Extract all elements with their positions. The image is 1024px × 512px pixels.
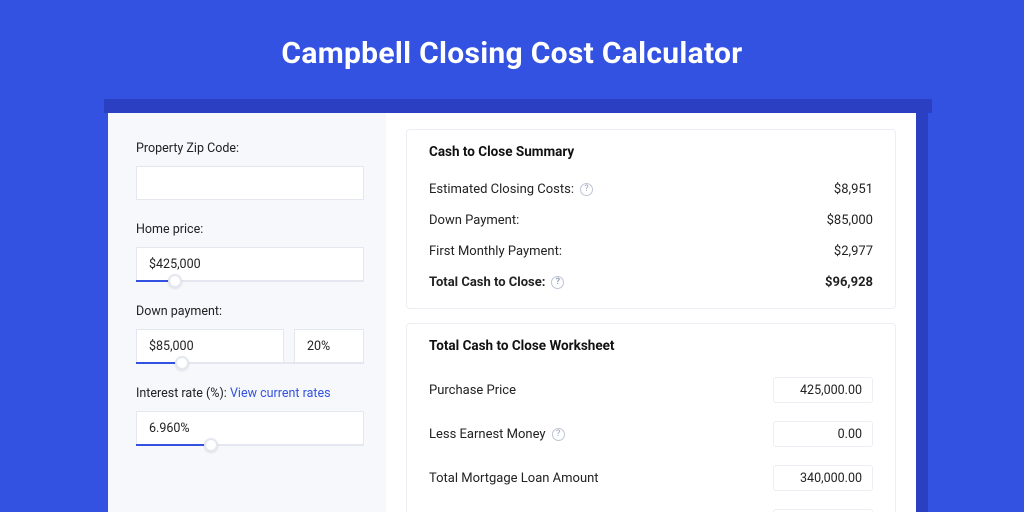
- home-price-slider[interactable]: [136, 280, 364, 282]
- zip-label: Property Zip Code:: [136, 141, 364, 156]
- worksheet-row-label: Purchase Price: [429, 383, 516, 398]
- summary-row-label: First Monthly Payment:: [429, 244, 562, 259]
- interest-rate-label-text: Interest rate (%):: [136, 386, 227, 401]
- interest-rate-slider[interactable]: [136, 444, 364, 446]
- card-shadow: [104, 99, 932, 113]
- summary-row-value: $85,000: [827, 213, 873, 228]
- worksheet-title: Total Cash to Close Worksheet: [429, 338, 873, 354]
- summary-row-label: Estimated Closing Costs:: [429, 182, 574, 197]
- page-title: Campbell Closing Cost Calculator: [0, 0, 1024, 99]
- worksheet-row-purchase-price: Purchase Price 425,000.00: [429, 368, 873, 412]
- worksheet-row-second-mortgage: Total Second Mortgage Amount ?: [429, 500, 873, 512]
- interest-rate-field-group: Interest rate (%): View current rates 6.…: [136, 386, 364, 446]
- down-payment-input[interactable]: $85,000: [136, 329, 284, 363]
- worksheet-row-label: Less Earnest Money: [429, 427, 546, 442]
- summary-row-value: $96,928: [825, 275, 873, 290]
- help-icon[interactable]: ?: [552, 428, 565, 441]
- interest-rate-label: Interest rate (%): View current rates: [136, 386, 364, 401]
- view-rates-link[interactable]: View current rates: [230, 386, 331, 401]
- summary-row-label: Down Payment:: [429, 213, 519, 228]
- help-icon[interactable]: ?: [551, 276, 564, 289]
- summary-row-first-payment: First Monthly Payment: $2,977: [429, 236, 873, 267]
- home-price-field-group: Home price: $425,000: [136, 222, 364, 282]
- worksheet-row-label: Total Mortgage Loan Amount: [429, 471, 599, 486]
- down-payment-field-group: Down payment: $85,000 20%: [136, 304, 364, 364]
- down-payment-label: Down payment:: [136, 304, 364, 319]
- worksheet-row-value[interactable]: 340,000.00: [773, 465, 873, 491]
- worksheet-card: Total Cash to Close Worksheet Purchase P…: [406, 323, 896, 512]
- down-payment-pct-input[interactable]: 20%: [294, 329, 364, 363]
- interest-rate-input[interactable]: 6.960%: [136, 411, 364, 445]
- help-icon[interactable]: ?: [580, 183, 593, 196]
- summary-card: Cash to Close Summary Estimated Closing …: [406, 129, 896, 309]
- summary-row-down-payment: Down Payment: $85,000: [429, 205, 873, 236]
- summary-row-value: $2,977: [834, 244, 873, 259]
- worksheet-row-value[interactable]: 0.00: [773, 421, 873, 447]
- summary-row-total: Total Cash to Close: ? $96,928: [429, 267, 873, 298]
- inputs-panel: Property Zip Code: Home price: $425,000 …: [108, 113, 386, 512]
- summary-row-closing-costs: Estimated Closing Costs: ? $8,951: [429, 174, 873, 205]
- zip-input[interactable]: [136, 166, 364, 200]
- down-payment-slider[interactable]: [136, 362, 364, 364]
- summary-row-label: Total Cash to Close:: [429, 275, 545, 290]
- home-price-label: Home price:: [136, 222, 364, 237]
- results-panel: Cash to Close Summary Estimated Closing …: [386, 113, 916, 512]
- zip-field-group: Property Zip Code:: [136, 141, 364, 200]
- calculator-card: Property Zip Code: Home price: $425,000 …: [108, 113, 916, 512]
- summary-row-value: $8,951: [834, 182, 873, 197]
- worksheet-row-mortgage-amount: Total Mortgage Loan Amount 340,000.00: [429, 456, 873, 500]
- worksheet-row-earnest-money: Less Earnest Money ? 0.00: [429, 412, 873, 456]
- summary-title: Cash to Close Summary: [429, 144, 873, 160]
- worksheet-row-value[interactable]: 425,000.00: [773, 377, 873, 403]
